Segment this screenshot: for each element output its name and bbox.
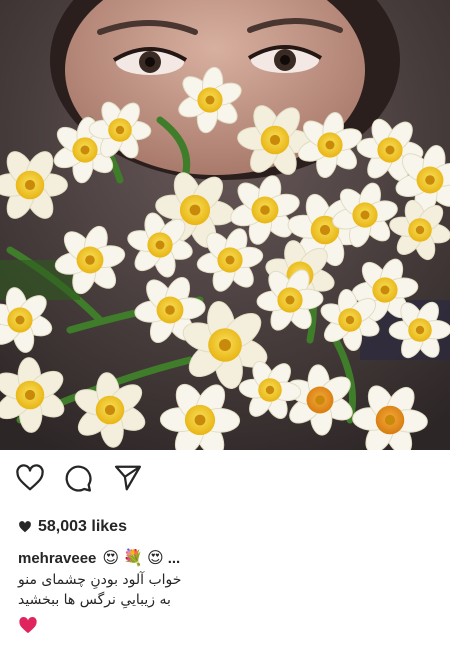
heart-outline-icon bbox=[16, 464, 44, 491]
comment-bubble-icon bbox=[65, 465, 92, 492]
emoji-heart-eyes: 😍 bbox=[147, 550, 164, 567]
caption-line: خواب آلود بودنِ چشمای منو bbox=[18, 572, 182, 588]
emoji-heart-eyes: 😍 bbox=[102, 550, 120, 567]
emoji-bouquet: 💐 bbox=[123, 550, 144, 567]
red-heart-emoji bbox=[19, 616, 37, 634]
like-button[interactable] bbox=[12, 460, 48, 496]
likes-text: 58,003 likes bbox=[38, 518, 127, 535]
caption-more[interactable]: ... bbox=[168, 550, 181, 567]
caption-line: به زیباییِ نرگس ها ببخشید bbox=[18, 592, 171, 608]
comment-button[interactable] bbox=[60, 460, 96, 496]
heart-filled-icon bbox=[19, 521, 31, 533]
post-caption: mehraveee 😍 💐 😍 ... خواب آلود بودنِ چشما… bbox=[18, 548, 438, 638]
caption-text: خواب آلود بودنِ چشمای منو به زیباییِ نرگ… bbox=[18, 572, 438, 608]
post-photo[interactable] bbox=[0, 0, 450, 450]
likes-count[interactable]: 58,003 likes bbox=[18, 518, 127, 536]
caption-username[interactable]: mehraveee bbox=[18, 550, 96, 567]
post-action-bar bbox=[0, 458, 450, 502]
paper-plane-icon bbox=[115, 465, 141, 491]
share-button[interactable] bbox=[110, 460, 146, 496]
